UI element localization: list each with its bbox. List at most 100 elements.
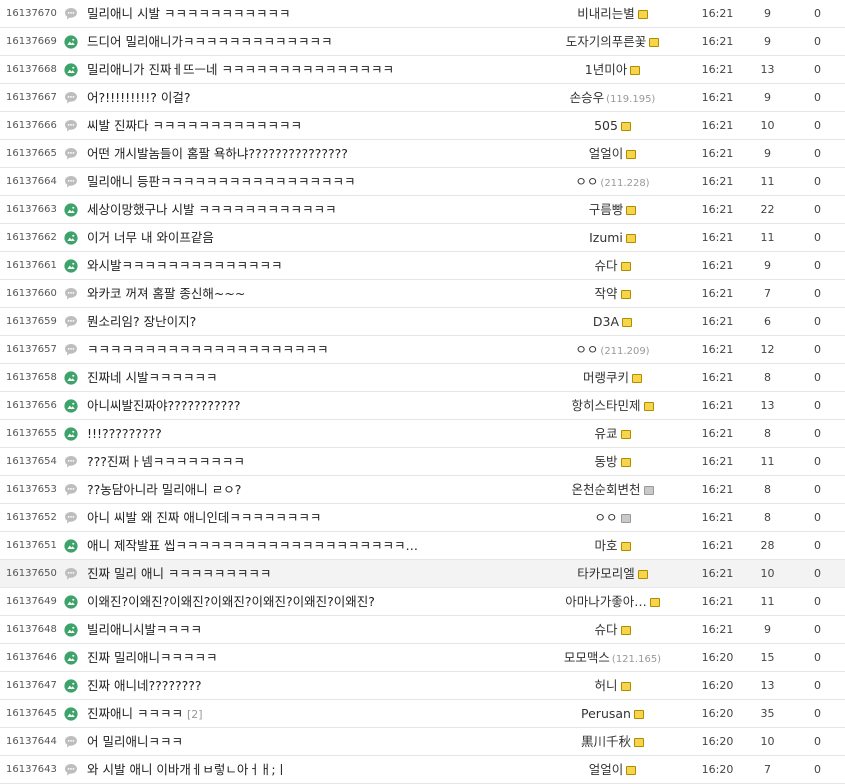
post-title-link[interactable]: 빌리애니시발ㅋㅋㅋㅋ: [87, 616, 537, 643]
post-writer[interactable]: Izumi: [545, 224, 680, 251]
post-writer[interactable]: ㅇㅇ (211.209): [545, 336, 680, 363]
post-title-link[interactable]: 드디어 밀리애니가ㅋㅋㅋㅋㅋㅋㅋㅋㅋㅋㅋㅋㅋ: [87, 28, 537, 55]
post-title[interactable]: 씨발 진짜다 ㅋㅋㅋㅋㅋㅋㅋㅋㅋㅋㅋㅋㅋ: [87, 118, 302, 133]
writer-nick[interactable]: ㅇㅇ: [575, 174, 598, 189]
post-title-link[interactable]: 어떤 개시발놈들이 홈팔 욕하냐???????????????: [87, 140, 537, 167]
table-row[interactable]: 16137655 !!!????????? 유쿄 16:21 8 0: [0, 420, 845, 448]
writer-nick[interactable]: 슈다: [594, 258, 617, 273]
post-title-link[interactable]: 와 시발 애니 이바개ㅔㅂ렇ㄴ아ㅓㅐ;ㅣ: [87, 756, 537, 783]
writer-nick[interactable]: 아마나가좋아…: [565, 594, 647, 609]
writer-nick[interactable]: 손승우: [570, 90, 605, 105]
post-writer[interactable]: 머랭쿠키: [545, 364, 680, 391]
post-title[interactable]: 이거 너무 내 와이프같음: [87, 230, 214, 245]
post-title[interactable]: 세상이망했구나 시발 ㅋㅋㅋㅋㅋㅋㅋㅋㅋㅋㅋㅋ: [87, 202, 336, 217]
writer-nick[interactable]: 구름빵: [589, 202, 624, 217]
post-title-link[interactable]: 와시발ㅋㅋㅋㅋㅋㅋㅋㅋㅋㅋㅋㅋㅋㅋ: [87, 252, 537, 279]
post-writer[interactable]: ㅇㅇ: [545, 504, 680, 531]
table-row[interactable]: 16137646 진짜 밀리애니ㅋㅋㅋㅋㅋ 모모맥스 (121.165) 16:2…: [0, 644, 845, 672]
post-title-link[interactable]: 밀리애니 시발 ㅋㅋㅋㅋㅋㅋㅋㅋㅋㅋㅋ: [87, 0, 537, 27]
writer-nick[interactable]: D3A: [593, 314, 619, 329]
post-title[interactable]: 와시발ㅋㅋㅋㅋㅋㅋㅋㅋㅋㅋㅋㅋㅋㅋ: [87, 258, 283, 273]
post-title[interactable]: 어 밀리애니ㅋㅋㅋ: [87, 734, 183, 749]
table-row[interactable]: 16137663 세상이망했구나 시발 ㅋㅋㅋㅋㅋㅋㅋㅋㅋㅋㅋㅋ 구름빵 16:…: [0, 196, 845, 224]
writer-nick[interactable]: 마호: [594, 538, 617, 553]
table-row[interactable]: 16137649 이왜진?이왜진?이왜진?이왜진?이왜진?이왜진?이왜진? 아마…: [0, 588, 845, 616]
table-row[interactable]: 16137666 씨발 진짜다 ㅋㅋㅋㅋㅋㅋㅋㅋㅋㅋㅋㅋㅋ 505 16:21 …: [0, 112, 845, 140]
writer-nick[interactable]: Perusan: [581, 706, 631, 721]
post-title[interactable]: ???진쩌ㅏ넴ㅋㅋㅋㅋㅋㅋㅋㅋ: [87, 454, 245, 469]
table-row[interactable]: 16137654 ???진쩌ㅏ넴ㅋㅋㅋㅋㅋㅋㅋㅋ 동방 16:21 11 0: [0, 448, 845, 476]
post-title-link[interactable]: 아니씨발진짜야???????????: [87, 392, 537, 419]
writer-nick[interactable]: 도자기의푸른꽃: [566, 34, 647, 49]
post-writer[interactable]: 얼얼이: [545, 140, 680, 167]
post-title-link[interactable]: 와카코 꺼져 홈팔 종신해~~~: [87, 280, 537, 307]
post-writer[interactable]: 黒川千秋: [545, 728, 680, 755]
post-title-link[interactable]: 밀리애니 등판ㅋㅋㅋㅋㅋㅋㅋㅋㅋㅋㅋㅋㅋㅋㅋㅋㅋ: [87, 168, 537, 195]
table-row[interactable]: 16137664 밀리애니 등판ㅋㅋㅋㅋㅋㅋㅋㅋㅋㅋㅋㅋㅋㅋㅋㅋㅋ ㅇㅇ (211…: [0, 168, 845, 196]
writer-nick[interactable]: 슈다: [594, 622, 617, 637]
post-title[interactable]: !!!?????????: [87, 426, 162, 441]
post-writer[interactable]: ㅇㅇ (211.228): [545, 168, 680, 195]
writer-nick[interactable]: 머랭쿠키: [583, 370, 629, 385]
post-title-link[interactable]: ㅋㅋㅋㅋㅋㅋㅋㅋㅋㅋㅋㅋㅋㅋㅋㅋㅋㅋㅋㅋㅋ: [87, 336, 537, 363]
table-row[interactable]: 16137652 아니 씨발 왜 진짜 애니인데ㅋㅋㅋㅋㅋㅋㅋㅋ ㅇㅇ 16:2…: [0, 504, 845, 532]
post-title-link[interactable]: 진짜 밀리 애니 ㅋㅋㅋㅋㅋㅋㅋㅋㅋ: [87, 560, 537, 587]
table-row[interactable]: 16137650 진짜 밀리 애니 ㅋㅋㅋㅋㅋㅋㅋㅋㅋ 타카모리엘 16:21 …: [0, 560, 845, 588]
post-writer[interactable]: 슈다: [545, 252, 680, 279]
post-title[interactable]: 와카코 꺼져 홈팔 종신해~~~: [87, 286, 245, 301]
post-title[interactable]: 진짜네 시발ㅋㅋㅋㅋㅋㅋ: [87, 370, 217, 385]
table-row[interactable]: 16137665 어떤 개시발놈들이 홈팔 욕하냐???????????????…: [0, 140, 845, 168]
post-writer[interactable]: 온천순회변천: [545, 476, 680, 503]
table-row[interactable]: 16137658 진짜네 시발ㅋㅋㅋㅋㅋㅋ 머랭쿠키 16:21 8 0: [0, 364, 845, 392]
post-title[interactable]: 밀리애니 등판ㅋㅋㅋㅋㅋㅋㅋㅋㅋㅋㅋㅋㅋㅋㅋㅋㅋ: [87, 174, 355, 189]
post-writer[interactable]: 구름빵: [545, 196, 680, 223]
writer-nick[interactable]: 항히스타민제: [571, 398, 640, 413]
post-title-link[interactable]: 밀리애니가 진짜ㅔ뜨ㅡ네 ㅋㅋㅋㅋㅋㅋㅋㅋㅋㅋㅋㅋㅋㅋㅋ: [87, 56, 537, 83]
table-row[interactable]: 16137662 이거 너무 내 와이프같음 Izumi 16:21 11 0: [0, 224, 845, 252]
post-writer[interactable]: 작약: [545, 280, 680, 307]
post-writer[interactable]: 1년미아: [545, 56, 680, 83]
writer-nick[interactable]: 허니: [594, 678, 617, 693]
post-title-link[interactable]: 아니 씨발 왜 진짜 애니인데ㅋㅋㅋㅋㅋㅋㅋㅋ: [87, 504, 537, 531]
table-row[interactable]: 16137645 진짜애니 ㅋㅋㅋㅋ [2] Perusan 16:20 35 0: [0, 700, 845, 728]
writer-nick[interactable]: 1년미아: [585, 62, 627, 77]
table-row[interactable]: 16137648 빌리애니시발ㅋㅋㅋㅋ 슈다 16:21 9 0: [0, 616, 845, 644]
post-writer[interactable]: 아마나가좋아…: [545, 588, 680, 615]
post-writer[interactable]: 타카모리엘: [545, 560, 680, 587]
post-title-link[interactable]: 세상이망했구나 시발 ㅋㅋㅋㅋㅋㅋㅋㅋㅋㅋㅋㅋ: [87, 196, 537, 223]
post-title[interactable]: 빌리애니시발ㅋㅋㅋㅋ: [87, 622, 202, 637]
post-title-link[interactable]: 뭔소리임? 장난이지?: [87, 308, 537, 335]
writer-nick[interactable]: 모모맥스: [564, 650, 610, 665]
table-row[interactable]: 16137653 ??농담아니라 밀리애니 ㄹㅇ? 온천순회변천 16:21 8…: [0, 476, 845, 504]
post-title-link[interactable]: 진짜 애니네????????: [87, 672, 537, 699]
post-title[interactable]: 뭔소리임? 장난이지?: [87, 314, 196, 329]
post-writer[interactable]: 유쿄: [545, 420, 680, 447]
post-title[interactable]: 이왜진?이왜진?이왜진?이왜진?이왜진?이왜진?이왜진?: [87, 594, 375, 609]
table-row[interactable]: 16137657 ㅋㅋㅋㅋㅋㅋㅋㅋㅋㅋㅋㅋㅋㅋㅋㅋㅋㅋㅋㅋㅋ ㅇㅇ (211.20…: [0, 336, 845, 364]
post-title-link[interactable]: 이왜진?이왜진?이왜진?이왜진?이왜진?이왜진?이왜진?: [87, 588, 537, 615]
table-row[interactable]: 16137661 와시발ㅋㅋㅋㅋㅋㅋㅋㅋㅋㅋㅋㅋㅋㅋ 슈다 16:21 9 0: [0, 252, 845, 280]
post-title-link[interactable]: 진짜 밀리애니ㅋㅋㅋㅋㅋ: [87, 644, 537, 671]
post-writer[interactable]: 손승우 (119.195): [545, 84, 680, 111]
writer-nick[interactable]: 유쿄: [594, 426, 617, 441]
post-title[interactable]: 어떤 개시발놈들이 홈팔 욕하냐???????????????: [87, 146, 348, 161]
writer-nick[interactable]: Izumi: [589, 230, 623, 245]
writer-nick[interactable]: 얼얼이: [589, 146, 624, 161]
post-writer[interactable]: 비내리는별: [545, 0, 680, 27]
writer-nick[interactable]: 작약: [594, 286, 617, 301]
post-title-link[interactable]: 씨발 진짜다 ㅋㅋㅋㅋㅋㅋㅋㅋㅋㅋㅋㅋㅋ: [87, 112, 537, 139]
writer-nick[interactable]: 타카모리엘: [577, 566, 635, 581]
post-title[interactable]: 어?!!!!!!!!!? 이걸?: [87, 90, 190, 105]
post-title[interactable]: 애니 제작발표 씹ㅋㅋㅋㅋㅋㅋㅋㅋㅋㅋㅋㅋㅋㅋㅋㅋㅋㅋㅋㅋ…: [87, 538, 418, 553]
table-row[interactable]: 16137651 애니 제작발표 씹ㅋㅋㅋㅋㅋㅋㅋㅋㅋㅋㅋㅋㅋㅋㅋㅋㅋㅋㅋㅋ… …: [0, 532, 845, 560]
post-title[interactable]: 와 시발 애니 이바개ㅔㅂ렇ㄴ아ㅓㅐ;ㅣ: [87, 762, 287, 777]
table-row[interactable]: 16137647 진짜 애니네???????? 허니 16:20 13 0: [0, 672, 845, 700]
table-row[interactable]: 16137670 밀리애니 시발 ㅋㅋㅋㅋㅋㅋㅋㅋㅋㅋㅋ 비내리는별 16:21…: [0, 0, 845, 28]
post-writer[interactable]: 505: [545, 112, 680, 139]
writer-nick[interactable]: 비내리는별: [577, 6, 635, 21]
post-title[interactable]: 밀리애니가 진짜ㅔ뜨ㅡ네 ㅋㅋㅋㅋㅋㅋㅋㅋㅋㅋㅋㅋㅋㅋㅋ: [87, 62, 394, 77]
post-title-link[interactable]: 애니 제작발표 씹ㅋㅋㅋㅋㅋㅋㅋㅋㅋㅋㅋㅋㅋㅋㅋㅋㅋㅋㅋㅋ…: [87, 532, 537, 559]
post-writer[interactable]: 항히스타민제: [545, 392, 680, 419]
post-writer[interactable]: 허니: [545, 672, 680, 699]
post-title[interactable]: 진짜 밀리애니ㅋㅋㅋㅋㅋ: [87, 650, 217, 665]
